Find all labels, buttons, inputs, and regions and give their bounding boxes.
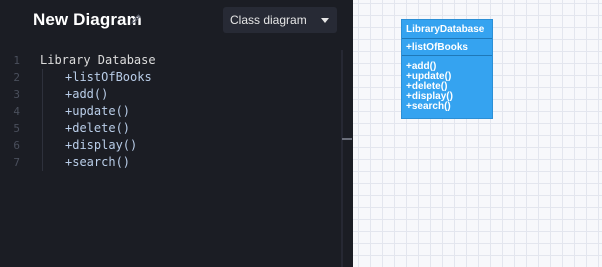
- code-line-member[interactable]: +delete(): [40, 120, 330, 137]
- splitter-handle[interactable]: [342, 138, 352, 140]
- line-number: 3: [13, 88, 20, 101]
- code-editor[interactable]: 1 2 3 4 5 6 7 Library Database +listOfBo…: [0, 52, 340, 267]
- line-number: 1: [13, 54, 20, 67]
- scrollbar-track: [341, 50, 343, 267]
- code-line-member[interactable]: +search(): [40, 154, 330, 171]
- code-line-member[interactable]: +listOfBooks: [40, 69, 330, 86]
- pane-splitter[interactable]: [340, 0, 353, 267]
- diagram-type-select[interactable]: Class diagram: [223, 7, 337, 33]
- line-number: 6: [13, 139, 20, 152]
- diagram-canvas[interactable]: LibraryDatabase +listOfBooks +add() +upd…: [353, 0, 602, 267]
- code-editor-pane: New Diagram Class diagram 1 2 3 4 5 6 7 …: [0, 0, 353, 267]
- line-number: 7: [13, 156, 20, 169]
- code-line-member[interactable]: +add(): [40, 86, 330, 103]
- code-line-member[interactable]: +update(): [40, 103, 330, 120]
- uml-method: +search(): [406, 101, 451, 112]
- uml-attributes: +listOfBooks: [402, 39, 492, 56]
- line-number: 5: [13, 122, 20, 135]
- code-line-member[interactable]: +display(): [40, 137, 330, 154]
- pencil-icon[interactable]: [130, 13, 142, 25]
- chevron-down-icon: [321, 18, 329, 23]
- uml-class-box[interactable]: LibraryDatabase +listOfBooks +add() +upd…: [401, 19, 493, 119]
- line-number: 2: [13, 71, 20, 84]
- line-numbers: 1 2 3 4 5 6 7: [0, 52, 24, 171]
- uml-class-name: LibraryDatabase: [402, 20, 492, 39]
- editor-toolbar: New Diagram Class diagram: [0, 0, 353, 42]
- diagram-title[interactable]: New Diagram: [33, 10, 142, 30]
- code-line-class-name[interactable]: Library Database: [40, 52, 330, 69]
- diagram-type-label: Class diagram: [230, 13, 307, 27]
- uml-attribute: +listOfBooks: [406, 42, 468, 53]
- line-number: 4: [13, 105, 20, 118]
- code-lines[interactable]: Library Database +listOfBooks +add() +up…: [40, 52, 330, 171]
- uml-methods: +add() +update() +delete() +display() +s…: [402, 56, 492, 112]
